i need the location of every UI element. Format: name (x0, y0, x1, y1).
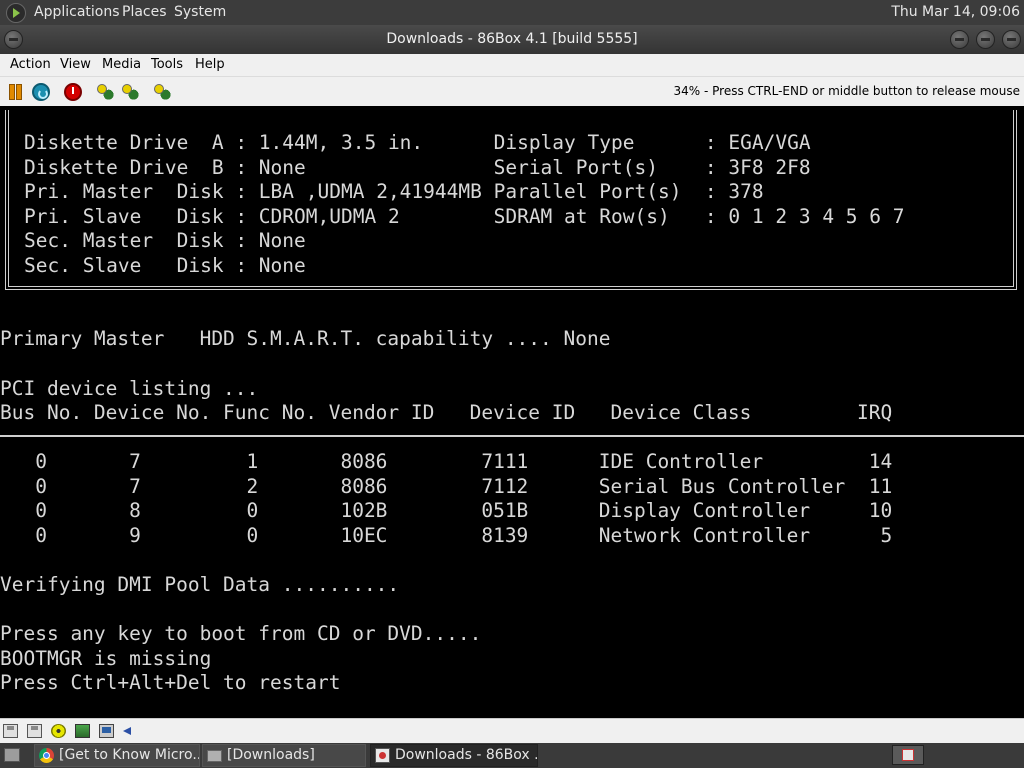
config-line: Sec. Master Disk : None (24, 229, 306, 252)
ctrl-alt-esc-icon[interactable] (121, 83, 139, 101)
close-button[interactable] (1002, 30, 1021, 49)
mouse-capture-status: 34% - Press CTRL-END or middle button to… (673, 84, 1020, 98)
minimize-button[interactable] (950, 30, 969, 49)
pci-header-separator (0, 435, 1024, 437)
menu-view[interactable]: View (60, 57, 91, 72)
emulator-screen[interactable]: Diskette Drive A : 1.44M, 3.5 in. Displa… (0, 106, 1024, 718)
network-icon[interactable] (75, 724, 90, 738)
settings-icon[interactable] (153, 83, 171, 101)
pause-icon[interactable] (6, 83, 24, 101)
menubar: Action View Media Tools Help (0, 54, 1024, 77)
floppy-b-icon[interactable] (27, 724, 42, 738)
boot-message-line: Press any key to boot from CD or DVD....… (0, 622, 482, 645)
pci-table-row: 0 8 0 102B 051B Display Controller 10 (0, 499, 893, 522)
places-menu[interactable]: Places (122, 4, 167, 20)
taskbar-item-label: [Get to Know Micro... (59, 747, 200, 763)
sound-icon[interactable] (121, 724, 136, 738)
smart-status-line: Primary Master HDD S.M.A.R.T. capability… (0, 327, 611, 350)
config-line: Pri. Slave Disk : CDROM,UDMA 2 SDRAM at … (24, 205, 905, 228)
emulator-statusbar (0, 718, 1024, 744)
pci-table-row: 0 9 0 10EC 8139 Network Controller 5 (0, 524, 893, 547)
window-title: Downloads - 86Box 4.1 [build 5555] (386, 31, 638, 47)
pci-table-row: 0 7 2 8086 7112 Serial Bus Controller 11 (0, 475, 893, 498)
system-menu[interactable]: System (174, 4, 226, 20)
86box-tray-icon[interactable] (892, 745, 924, 765)
folder-icon (207, 750, 222, 762)
dmi-verify-line: Verifying DMI Pool Data .......... (0, 573, 400, 596)
taskbar-item-label: Downloads - 86Box ... (395, 747, 538, 763)
reset-icon[interactable] (32, 83, 50, 101)
show-desktop-icon[interactable] (4, 748, 20, 762)
config-line: Diskette Drive A : 1.44M, 3.5 in. Displa… (24, 131, 811, 154)
menu-help[interactable]: Help (195, 57, 225, 72)
window-titlebar[interactable]: Downloads - 86Box 4.1 [build 5555] (0, 25, 1024, 54)
cdrom-icon[interactable] (51, 724, 66, 738)
boot-message-line: Press Ctrl+Alt+Del to restart (0, 671, 341, 694)
pci-listing-title: PCI device listing ... (0, 377, 259, 400)
floppy-a-icon[interactable] (3, 724, 18, 738)
pci-table-row: 0 7 1 8086 7111 IDE Controller 14 (0, 450, 893, 473)
taskbar-item-86box[interactable]: Downloads - 86Box ... (370, 744, 538, 767)
boot-message-line: BOOTMGR is missing (0, 647, 212, 670)
chrome-icon (39, 748, 54, 763)
config-line: Diskette Drive B : None Serial Port(s) :… (24, 156, 811, 179)
power-icon[interactable] (64, 83, 82, 101)
menu-media[interactable]: Media (102, 57, 141, 72)
applications-logo-icon[interactable] (6, 3, 26, 23)
menu-tools[interactable]: Tools (151, 57, 183, 72)
display-icon[interactable] (99, 724, 114, 738)
applications-menu[interactable]: Applications (34, 4, 120, 20)
config-line: Pri. Master Disk : LBA ,UDMA 2,41944MB P… (24, 180, 764, 203)
taskbar-item-browser[interactable]: [Get to Know Micro... (34, 744, 200, 767)
toolbar: 34% - Press CTRL-END or middle button to… (0, 77, 1024, 107)
top-panel: Applications Places System Thu Mar 14, 0… (0, 0, 1024, 25)
taskbar-item-label: [Downloads] (227, 747, 315, 763)
taskbar: [Get to Know Micro... [Downloads] Downlo… (0, 743, 1024, 768)
ctrl-alt-del-icon[interactable] (96, 83, 114, 101)
menu-action[interactable]: Action (10, 57, 51, 72)
pci-table-header: Bus No. Device No. Func No. Vendor ID De… (0, 401, 893, 424)
maximize-button[interactable] (976, 30, 995, 49)
86box-icon (375, 748, 390, 763)
clock[interactable]: Thu Mar 14, 09:06 (891, 4, 1020, 20)
config-line: Sec. Slave Disk : None (24, 254, 306, 277)
taskbar-item-downloads-folder[interactable]: [Downloads] (202, 744, 366, 767)
